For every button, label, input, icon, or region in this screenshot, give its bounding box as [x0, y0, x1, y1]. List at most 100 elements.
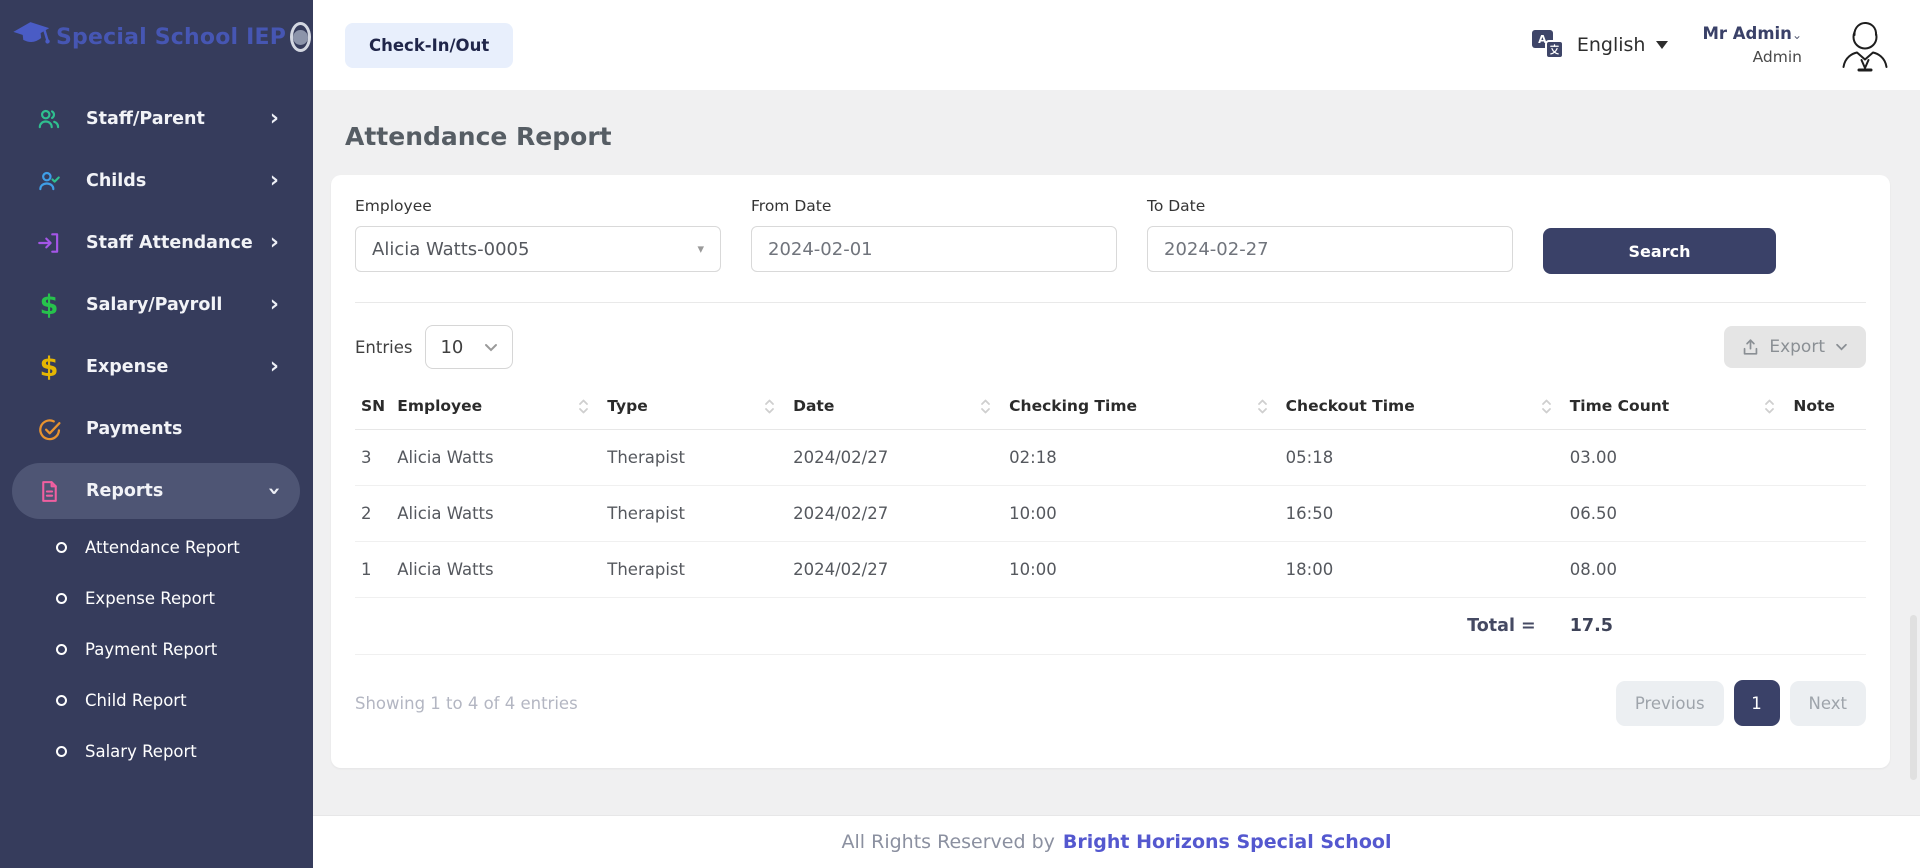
cell-employee: Alicia Watts: [391, 542, 601, 598]
col-header-date[interactable]: Date: [787, 387, 1003, 430]
sidebar-item-label: Expense: [86, 357, 168, 377]
sidebar-subitem-label: Expense Report: [85, 589, 215, 608]
sidebar-item-staff-attendance[interactable]: Staff Attendance ›: [0, 212, 313, 274]
to-date-input[interactable]: 2024-02-27: [1147, 226, 1513, 272]
sidebar-item-salary-payroll[interactable]: $ Salary/Payroll ›: [0, 274, 313, 336]
app-root: Special School IEP Staff/Parent ›: [0, 0, 1920, 868]
sort-icon[interactable]: [764, 398, 775, 415]
col-header-sn[interactable]: SN: [355, 387, 391, 430]
cell-checkout-time: 18:00: [1280, 542, 1564, 598]
app-title: Special School IEP: [56, 25, 286, 50]
bullet-icon: [56, 746, 67, 757]
employee-label: Employee: [355, 197, 721, 215]
sidebar-subitem-salary-report[interactable]: Salary Report: [0, 726, 313, 777]
sort-icon[interactable]: [578, 398, 589, 415]
attendance-report-card: Employee Alicia Watts-0005 ▾ From Date 2…: [331, 175, 1890, 768]
language-selector[interactable]: A English: [1532, 29, 1669, 61]
search-button[interactable]: Search: [1543, 228, 1776, 274]
cell-note: [1787, 486, 1866, 542]
sort-icon[interactable]: [1257, 398, 1268, 415]
cell-employee: Alicia Watts: [391, 486, 601, 542]
cell-sn: 1: [355, 542, 391, 598]
cell-time-count: 06.50: [1564, 486, 1788, 542]
sidebar-item-expense[interactable]: $ Expense ›: [0, 336, 313, 398]
language-label: English: [1577, 34, 1646, 56]
to-date-label: To Date: [1147, 197, 1513, 215]
col-header-label: Time Count: [1570, 397, 1669, 415]
table-footer: Showing 1 to 4 of 4 entries Previous 1 N…: [355, 655, 1866, 754]
previous-page-button[interactable]: Previous: [1616, 681, 1724, 726]
sidebar-item-reports[interactable]: Reports ›: [12, 463, 300, 519]
sort-icon[interactable]: [1764, 398, 1775, 415]
showing-entries-text: Showing 1 to 4 of 4 entries: [355, 694, 578, 713]
col-header-time-count[interactable]: Time Count: [1564, 387, 1788, 430]
scrollbar-thumb[interactable]: [1910, 615, 1917, 780]
cell-note: [1787, 542, 1866, 598]
sidebar-item-label: Salary/Payroll: [86, 295, 222, 315]
col-header-label: Checkout Time: [1286, 397, 1415, 415]
col-header-note[interactable]: Note: [1787, 387, 1866, 430]
cell-checking-time: 10:00: [1003, 486, 1280, 542]
export-button[interactable]: Export: [1724, 326, 1866, 368]
col-header-type[interactable]: Type: [601, 387, 787, 430]
login-arrow-icon: [34, 230, 64, 256]
to-date-field: To Date 2024-02-27: [1147, 197, 1513, 274]
bullet-icon: [56, 593, 67, 604]
col-header-checking-time[interactable]: Checking Time: [1003, 387, 1280, 430]
employee-select[interactable]: Alicia Watts-0005 ▾: [355, 226, 721, 272]
avatar[interactable]: [1836, 16, 1894, 74]
col-header-label: Date: [793, 397, 834, 415]
col-header-checkout-time[interactable]: Checkout Time: [1280, 387, 1564, 430]
sidebar-item-label: Staff Attendance: [86, 233, 253, 253]
filter-bar: Employee Alicia Watts-0005 ▾ From Date 2…: [355, 197, 1866, 303]
sort-icon[interactable]: [980, 398, 991, 415]
cell-date: 2024/02/27: [787, 430, 1003, 486]
sidebar-item-payments[interactable]: Payments: [0, 398, 313, 460]
total-spacer: [355, 598, 1280, 655]
col-header-label: Type: [607, 397, 647, 415]
caret-down-icon: [1656, 41, 1668, 49]
chevron-right-icon: ›: [270, 294, 279, 316]
next-page-button[interactable]: Next: [1790, 681, 1866, 726]
list-controls: Entries 10 Export: [355, 303, 1866, 387]
chevron-right-icon: ›: [270, 170, 279, 192]
chevron-right-icon: ›: [270, 108, 279, 130]
cell-checkout-time: 05:18: [1280, 430, 1564, 486]
sort-icon[interactable]: [1541, 398, 1552, 415]
sidebar: Special School IEP Staff/Parent ›: [0, 0, 313, 868]
sidebar-subitem-payment-report[interactable]: Payment Report: [0, 624, 313, 675]
dollar-icon: $: [34, 292, 64, 319]
cell-employee: Alicia Watts: [391, 430, 601, 486]
content-area: Attendance Report Employee Alicia Watts-…: [313, 90, 1920, 815]
chevron-right-icon: ›: [270, 356, 279, 378]
sidebar-item-staff-parent[interactable]: Staff/Parent ›: [0, 88, 313, 150]
cell-checking-time: 02:18: [1003, 430, 1280, 486]
pagination: Previous 1 Next: [1616, 680, 1866, 726]
user-menu[interactable]: Mr Admin⌄ Admin: [1702, 22, 1802, 68]
sidebar-item-childs[interactable]: Childs ›: [0, 150, 313, 212]
check-in-out-button[interactable]: Check-In/Out: [345, 23, 513, 68]
sidebar-subitem-attendance-report[interactable]: Attendance Report: [0, 522, 313, 573]
chevron-down-icon: [484, 343, 498, 352]
cell-type: Therapist: [601, 542, 787, 598]
sidebar-subitem-expense-report[interactable]: Expense Report: [0, 573, 313, 624]
col-header-employee[interactable]: Employee: [391, 387, 601, 430]
entries-select[interactable]: 10: [425, 325, 513, 369]
from-date-input[interactable]: 2024-02-01: [751, 226, 1117, 272]
logo-row: Special School IEP: [0, 0, 313, 66]
cell-checkout-time: 16:50: [1280, 486, 1564, 542]
chevron-down-icon: [1835, 343, 1848, 351]
topbar-right: A English Mr Admin⌄: [1532, 16, 1894, 74]
reports-submenu: Attendance Report Expense Report Payment…: [0, 522, 313, 777]
cell-checking-time: 10:00: [1003, 542, 1280, 598]
entries-value: 10: [440, 337, 463, 358]
current-page-button[interactable]: 1: [1734, 680, 1780, 726]
sidebar-subitem-child-report[interactable]: Child Report: [0, 675, 313, 726]
footer-school-link[interactable]: Bright Horizons Special School: [1063, 831, 1392, 853]
cell-date: 2024/02/27: [787, 542, 1003, 598]
sidebar-collapse-toggle[interactable]: [290, 22, 311, 52]
sidebar-item-label: Reports: [86, 481, 163, 501]
footer: All Rights Reserved by Bright Horizons S…: [313, 815, 1920, 868]
employee-field: Employee Alicia Watts-0005 ▾: [355, 197, 721, 274]
cell-time-count: 08.00: [1564, 542, 1788, 598]
